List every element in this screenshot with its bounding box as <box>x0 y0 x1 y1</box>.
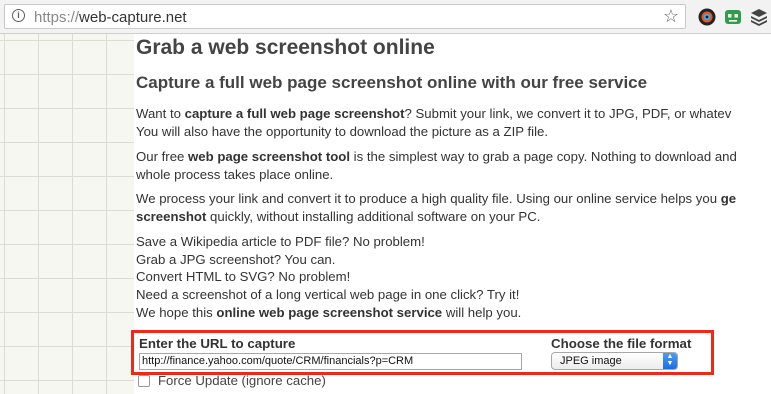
camera-extension-icon[interactable] <box>697 7 717 27</box>
layers-extension-icon[interactable] <box>749 7 769 27</box>
select-arrows-icon: ▲ ▼ <box>663 353 677 369</box>
page-subtitle: Capture a full web page screenshot onlin… <box>136 73 648 92</box>
text: quickly, without installing additional s… <box>206 208 541 224</box>
bold-text: web page screenshot tool <box>188 149 350 164</box>
address-bar[interactable]: i https://web-capture.net ☆ <box>4 4 686 29</box>
closing-paragraph: We hope this online web page screenshot … <box>136 304 521 322</box>
force-update-label: Force Update (ignore cache) <box>158 373 326 388</box>
process-paragraph: We process your link and convert it to p… <box>136 190 736 225</box>
format-field-label: Choose the file format <box>551 336 692 351</box>
text: will help you. <box>442 305 522 320</box>
examples-paragraph: Save a Wikipedia article to PDF file? No… <box>136 233 519 303</box>
intro-paragraph: Want to capture a full web page screensh… <box>136 105 731 140</box>
text: whole process takes place online. <box>136 166 334 182</box>
file-format-value: JPEG image <box>560 355 622 367</box>
star-icon[interactable]: ☆ <box>663 6 679 26</box>
bold-text: ge <box>720 191 737 206</box>
info-icon[interactable]: i <box>12 9 25 22</box>
text: Want to <box>136 106 185 121</box>
text: Need a screenshot of a long vertical web… <box>136 286 520 302</box>
capture-form-highlight: Enter the URL to capture Choose the file… <box>131 330 714 375</box>
bold-text: screenshot <box>136 208 207 224</box>
text: Grab a JPG screenshot? You can. <box>136 251 336 267</box>
bold-text: online web page screenshot service <box>216 305 443 320</box>
text: is the simplest way to grab a page copy.… <box>350 149 737 164</box>
text: Save a Wikipedia article to PDF file? No… <box>136 234 425 249</box>
file-format-select[interactable]: JPEG image ▲ ▼ <box>551 352 678 370</box>
address-url[interactable]: https://web-capture.net <box>34 9 187 26</box>
page-title: Grab a web screenshot online <box>136 36 435 59</box>
url-field-label: Enter the URL to capture <box>139 336 296 351</box>
text: You will also have the opportunity to do… <box>136 123 548 139</box>
url-scheme: https:// <box>34 9 80 26</box>
text: We hope this <box>136 305 217 320</box>
url-input[interactable]: http://finance.yahoo.com/quote/CRM/finan… <box>139 353 522 370</box>
url-host: web-capture.net <box>79 9 187 26</box>
text: Our free <box>136 149 189 164</box>
robot-extension-icon[interactable] <box>723 7 743 27</box>
text: We process your link and convert it to p… <box>136 191 721 206</box>
browser-toolbar: i https://web-capture.net ☆ <box>0 0 771 34</box>
bold-text: capture a full web page screenshot <box>184 106 405 121</box>
text: Convert HTML to SVG? No problem! <box>136 269 351 284</box>
text: ? Submit your link, we convert it to JPG… <box>404 106 732 121</box>
tool-paragraph: Our free web page screenshot tool is the… <box>136 148 737 183</box>
page-viewport: Grab a web screenshot online Capture a f… <box>0 34 771 394</box>
grid-background <box>0 34 134 394</box>
force-update-checkbox[interactable] <box>138 375 150 387</box>
